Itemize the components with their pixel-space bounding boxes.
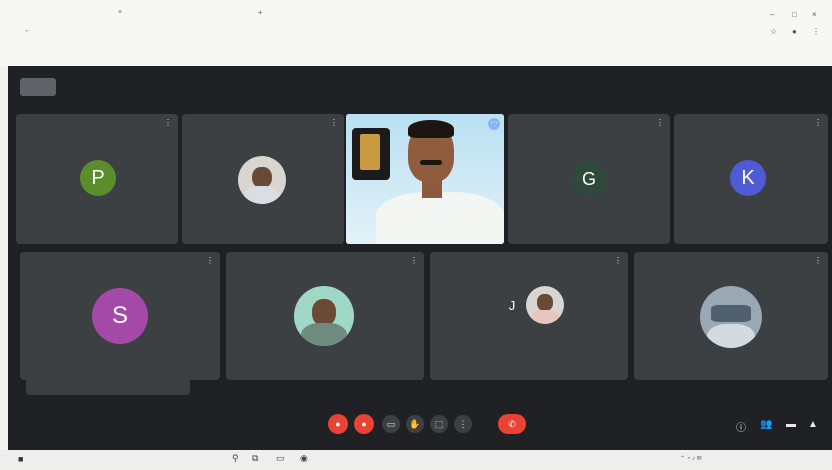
more-options-icon[interactable]: ⋮ <box>164 118 172 127</box>
more-options-icon[interactable]: ⋮ <box>330 118 338 127</box>
participant-avatar: K <box>730 160 766 196</box>
back-icon[interactable]: ← <box>24 27 31 34</box>
call-controls-bar: ● ● ▭ ✋ ⬚ ⋮ ✆ ⓘ 👥 ▬ ▲ <box>8 398 832 450</box>
tab-close-icon[interactable]: × <box>118 9 122 16</box>
participant-avatar: S <box>92 288 148 344</box>
participant-photo <box>238 156 286 204</box>
microphone-off-icon[interactable]: ● <box>328 414 348 434</box>
participant-tile[interactable]: ⋮ K <box>674 114 828 244</box>
system-tray[interactable]: ⌃ ◔ ♪ ✉ <box>680 455 702 462</box>
notification-toast <box>26 377 190 395</box>
task-view-icon[interactable]: ⧉ <box>252 453 258 464</box>
search-icon[interactable]: ⚲ <box>232 453 239 464</box>
participant-tile[interactable]: ⋮ <box>634 252 828 380</box>
more-options-icon[interactable]: ⋮ <box>614 256 622 265</box>
taskbar: ■ ⚲ ⧉ ▭ ◉ ⌃ ◔ ♪ ✉ <box>0 450 832 470</box>
minimize-icon[interactable]: – <box>770 10 774 19</box>
participant-tile[interactable]: ⋮ G <box>508 114 670 244</box>
leave-call-button[interactable]: ✆ <box>498 414 526 434</box>
participant-avatar: P <box>80 160 116 196</box>
more-options-icon[interactable]: ⋮ <box>206 256 214 265</box>
activities-icon[interactable]: ▲ <box>808 419 818 430</box>
camera-off-icon[interactable]: ● <box>354 414 374 434</box>
captions-icon[interactable]: ▭ <box>382 415 400 433</box>
more-options-icon[interactable]: ⋮ <box>656 118 664 127</box>
present-icon[interactable]: ⬚ <box>430 415 448 433</box>
participant-photo <box>700 286 762 348</box>
info-icon[interactable]: ⓘ <box>736 419 746 434</box>
participant-avatar: G <box>572 162 606 196</box>
participant-tile[interactable]: ⋮ J <box>430 252 628 380</box>
address-bar[interactable]: ← <box>24 27 406 39</box>
window-close-icon[interactable]: × <box>812 10 817 19</box>
participant-tile[interactable]: ⋮ P <box>16 114 178 244</box>
profile-icon[interactable]: ● <box>792 27 797 36</box>
participant-tile[interactable]: ⋮ S <box>20 252 220 380</box>
participant-video[interactable]: ⋯ <box>346 114 504 244</box>
chat-icon[interactable]: ▬ <box>786 419 796 430</box>
menu-icon[interactable]: ⋮ <box>812 27 820 36</box>
more-options-icon[interactable]: ⋮ <box>814 118 822 127</box>
windows-start-icon[interactable]: ■ <box>18 454 23 464</box>
new-tab-icon[interactable]: + <box>258 8 263 17</box>
participant-tile[interactable]: ⋮ <box>182 114 344 244</box>
more-options-icon[interactable]: ⋮ <box>410 256 418 265</box>
participant-tile[interactable]: ⋮ <box>226 252 424 380</box>
maximize-icon[interactable]: □ <box>792 10 797 19</box>
people-icon[interactable]: 👥 <box>760 419 772 430</box>
tab-bar: × + – □ × <box>0 8 832 22</box>
browser-icon[interactable]: ◉ <box>300 453 308 464</box>
participant-photo <box>294 286 354 346</box>
participant-photo <box>526 286 564 324</box>
participant-initial: J <box>508 298 516 313</box>
more-options-icon[interactable]: ⋮ <box>454 415 472 433</box>
file-explorer-icon[interactable]: ▭ <box>276 453 285 464</box>
top-left-button[interactable] <box>20 78 56 96</box>
browser-chrome: × + – □ × ← ☆ ● ⋮ <box>0 0 832 66</box>
more-options-icon[interactable]: ⋮ <box>814 256 822 265</box>
speaking-indicator-icon: ⋯ <box>488 118 500 130</box>
star-icon[interactable]: ☆ <box>770 27 777 36</box>
meet-call: ⋮ P ⋮ ⋯ ⋮ G ⋮ K ⋮ S ⋮ ⋮ J ⋮ ● ● ▭ ✋ ⬚ ⋮ … <box>8 66 832 450</box>
raise-hand-icon[interactable]: ✋ <box>406 415 424 433</box>
